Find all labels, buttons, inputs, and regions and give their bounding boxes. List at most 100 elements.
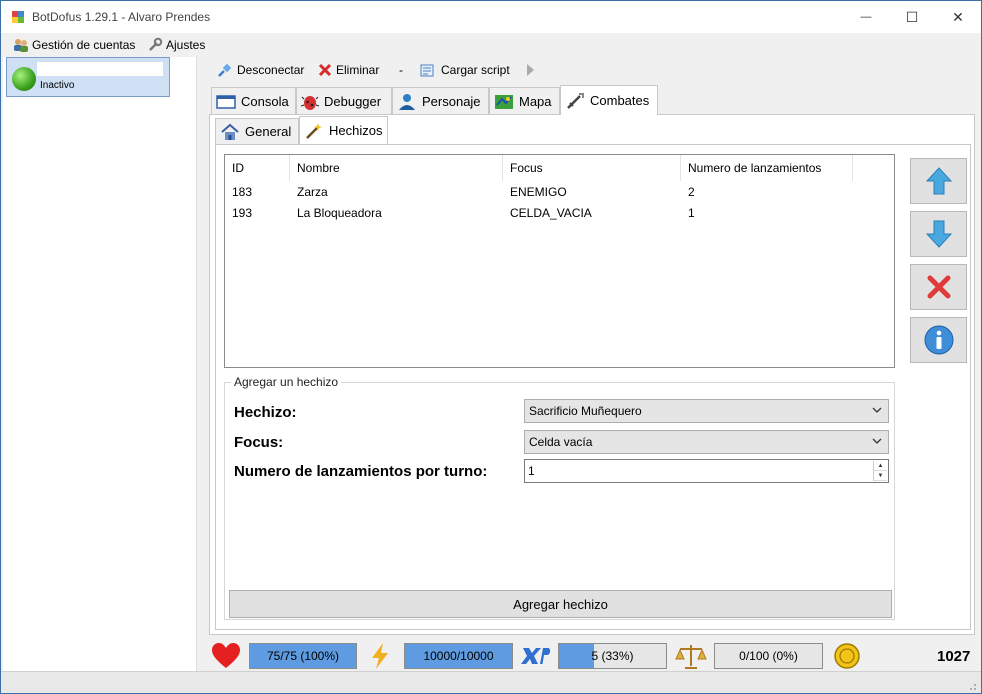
subtab-spells[interactable]: Hechizos (299, 116, 388, 144)
move-up-button[interactable] (910, 158, 967, 204)
cell-focus: ENEMIGO (510, 184, 567, 199)
account-item[interactable]: Inactivo (6, 57, 170, 97)
cell-id: 183 (232, 184, 253, 199)
subtab-general[interactable]: General (215, 118, 299, 144)
disconnect-button[interactable]: Desconectar (217, 61, 304, 79)
hp-bar: 75/75 (100%) (249, 643, 357, 669)
tab-character[interactable]: Personaje (392, 87, 489, 115)
close-button[interactable]: ✕ (935, 1, 981, 33)
tab-debugger[interactable]: Debugger (296, 87, 392, 115)
menu-accounts-label: Gestión de cuentas (32, 38, 136, 52)
cell-name: La Bloqueadora (297, 205, 382, 220)
cell-id: 193 (232, 205, 253, 220)
window-status-strip (1, 671, 981, 693)
pods-text: 0/100 (0%) (739, 649, 798, 663)
energy-bar: 10000/10000 (404, 643, 513, 669)
weight-scale-icon (675, 645, 707, 669)
delete-icon (927, 275, 950, 299)
arrow-up-icon (925, 167, 952, 195)
spell-list-header: ID Nombre Focus Numero de lanzamientos (225, 155, 894, 181)
spell-select-value: Sacrificio Muñequero (529, 404, 642, 418)
menu-bar: Gestión de cuentas Ajustes (1, 33, 981, 57)
energy-icon (372, 643, 388, 669)
window-title: BotDofus 1.29.1 - Alvaro Prendes (32, 10, 211, 24)
wand-icon (306, 122, 322, 139)
table-row[interactable]: 193 La Bloqueadora CELDA_VACIA 1 (225, 202, 894, 223)
tab-console[interactable]: Consola (211, 87, 296, 115)
load-script-label: Cargar script (441, 63, 510, 77)
heart-icon (212, 643, 240, 668)
focus-select-value: Celda vacía (529, 435, 593, 449)
pods-bar: 0/100 (0%) (714, 643, 823, 669)
spell-select[interactable]: Sacrificio Muñequero (524, 399, 889, 423)
column-focus[interactable]: Focus (503, 155, 681, 181)
spell-label: Hechizo: (234, 404, 297, 421)
tab-debugger-label: Debugger (324, 94, 382, 109)
plug-icon (218, 63, 232, 77)
tab-character-label: Personaje (422, 94, 481, 109)
run-script-button[interactable] (525, 61, 535, 79)
chevron-down-icon (872, 438, 882, 444)
xp-icon (521, 648, 551, 664)
load-script-button[interactable]: Cargar script (419, 61, 510, 79)
move-down-button[interactable] (910, 211, 967, 257)
column-name[interactable]: Nombre (290, 155, 503, 181)
maximize-icon: ☐ (905, 8, 919, 25)
app-icon (12, 11, 24, 23)
tab-combat[interactable]: Combates (560, 85, 658, 115)
spell-list[interactable]: ID Nombre Focus Numero de lanzamientos 1… (224, 154, 895, 368)
script-icon (420, 64, 434, 77)
arrow-down-icon (925, 220, 952, 248)
bug-icon (301, 95, 319, 110)
table-row[interactable]: 183 Zarza ENEMIGO 2 (225, 181, 894, 202)
casts-value: 1 (528, 464, 535, 478)
info-button[interactable] (910, 317, 967, 363)
close-icon: ✕ (952, 8, 964, 25)
subtab-spells-label: Hechizos (329, 123, 383, 138)
focus-select[interactable]: Celda vacía (524, 430, 889, 454)
resize-grip-icon[interactable] (965, 679, 977, 691)
character-icon (399, 93, 415, 110)
cell-casts: 1 (688, 205, 695, 220)
spin-down-icon[interactable]: ▼ (874, 471, 887, 481)
map-icon (495, 94, 513, 109)
play-icon (527, 64, 534, 76)
combat-panel: General Hechizos ID Nombre Focus Numero … (209, 114, 975, 635)
add-spell-legend: Agregar un hechizo (231, 375, 342, 389)
maximize-button[interactable]: ☐ (889, 1, 935, 33)
chevron-down-icon (872, 407, 882, 413)
kamas-value: 1027 (937, 648, 971, 665)
title-bar: BotDofus 1.29.1 - Alvaro Prendes — ☐ ✕ (1, 1, 981, 33)
menu-settings-label: Ajustes (166, 38, 206, 52)
menu-accounts[interactable]: Gestión de cuentas (13, 36, 135, 54)
xp-text: 5 (33%) (591, 649, 634, 663)
casts-label: Numero de lanzamientos por turno: (234, 463, 488, 480)
remove-spell-button[interactable] (910, 264, 967, 310)
wrench-icon (149, 37, 163, 51)
toolbar-separator: - (399, 63, 403, 77)
tab-map[interactable]: Mapa (489, 87, 560, 115)
character-status-bar: 75/75 (100%) 10000/10000 5 (33%) 0/100 (… (197, 639, 981, 671)
spin-up-icon[interactable]: ▲ (874, 461, 887, 471)
delete-button[interactable]: Eliminar (318, 61, 379, 79)
minimize-button[interactable]: — (843, 1, 889, 33)
column-id[interactable]: ID (225, 155, 290, 181)
delete-icon (318, 63, 332, 77)
subtab-general-label: General (245, 124, 292, 139)
app-window: BotDofus 1.29.1 - Alvaro Prendes — ☐ ✕ G… (0, 0, 982, 694)
minimize-icon: — (860, 11, 872, 23)
console-icon (216, 94, 236, 109)
status-dot-icon (12, 67, 36, 91)
spells-panel: ID Nombre Focus Numero de lanzamientos 1… (215, 144, 971, 630)
account-name-redacted (37, 62, 163, 76)
cell-name: Zarza (297, 184, 328, 199)
energy-text: 10000/10000 (423, 649, 494, 663)
home-icon (221, 123, 239, 140)
menu-settings[interactable]: Ajustes (147, 36, 205, 54)
casts-stepper[interactable]: 1 ▲ ▼ (524, 459, 889, 483)
add-spell-button[interactable]: Agregar hechizo (229, 590, 892, 618)
xp-bar: 5 (33%) (558, 643, 667, 669)
kamas-coin-icon (834, 643, 860, 669)
column-casts[interactable]: Numero de lanzamientos (681, 155, 853, 181)
add-spell-group: Agregar un hechizo Hechizo: Sacrificio M… (224, 375, 895, 620)
